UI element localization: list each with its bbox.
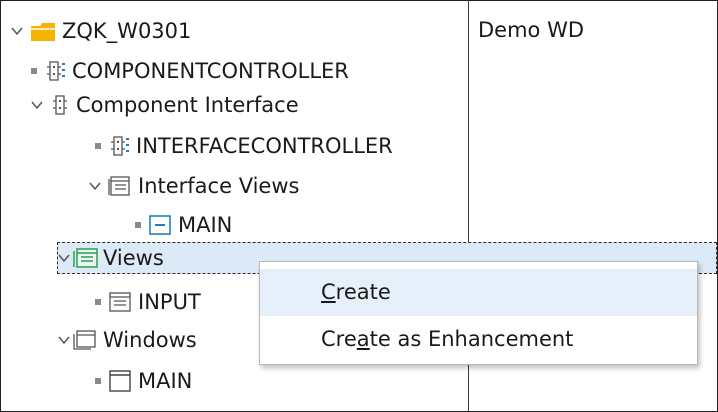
views-icon (73, 247, 99, 269)
tree-node-component-interface[interactable]: Component Interface (30, 88, 299, 122)
windows-icon (73, 329, 97, 351)
folder-icon (30, 20, 56, 42)
view-icon (108, 291, 132, 313)
views-folder-icon (108, 175, 132, 197)
window-icon (108, 369, 132, 393)
leaf-bullet-icon (94, 378, 102, 384)
interface-icon (50, 93, 70, 117)
interface-main-label: MAIN (178, 213, 233, 237)
leaf-bullet-icon (30, 68, 38, 74)
leaf-bullet-icon (134, 222, 142, 228)
leaf-bullet-icon (94, 143, 102, 149)
tree-node-window-main[interactable]: MAIN (94, 364, 192, 398)
controller-icon (108, 134, 130, 158)
leaf-bullet-icon (94, 299, 102, 305)
window-main-label: MAIN (138, 369, 193, 393)
interface-view-icon (148, 214, 172, 236)
tree-node-windows[interactable]: Windows (57, 323, 197, 357)
tree-node-componentcontroller[interactable]: COMPONENTCONTROLLER (30, 54, 349, 88)
controller-icon (44, 59, 66, 83)
windows-label: Windows (103, 328, 197, 352)
componentcontroller-label: COMPONENTCONTROLLER (72, 59, 349, 83)
root-description: Demo WD (478, 18, 585, 42)
tree-node-views[interactable]: Views (57, 241, 164, 275)
component-interface-label: Component Interface (76, 93, 299, 117)
interface-views-label: Interface Views (138, 174, 300, 198)
menu-item-create[interactable]: Create (260, 269, 697, 316)
chevron-down-icon[interactable] (10, 24, 24, 38)
input-label: INPUT (138, 290, 201, 314)
chevron-down-icon[interactable] (88, 179, 102, 193)
context-menu: Create Create as Enhancement (259, 261, 698, 365)
menu-item-create-as-enhancement[interactable]: Create as Enhancement (260, 316, 697, 363)
menu-item-create-label: Create (321, 280, 391, 304)
chevron-down-icon[interactable] (57, 251, 71, 265)
tree-node-input[interactable]: INPUT (94, 285, 201, 319)
views-label: Views (103, 246, 164, 270)
chevron-down-icon[interactable] (57, 333, 71, 347)
tree-node-interface-views[interactable]: Interface Views (88, 169, 299, 203)
tree-node-root[interactable]: ZQK_W0301 (10, 14, 191, 48)
chevron-down-icon[interactable] (30, 98, 44, 112)
tree-node-interfacecontroller[interactable]: INTERFACECONTROLLER (94, 129, 393, 163)
menu-item-create-as-enhancement-label: Create as Enhancement (321, 327, 574, 351)
interfacecontroller-label: INTERFACECONTROLLER (136, 134, 393, 158)
root-label: ZQK_W0301 (62, 19, 192, 43)
tree-node-interface-main[interactable]: MAIN (134, 208, 232, 242)
